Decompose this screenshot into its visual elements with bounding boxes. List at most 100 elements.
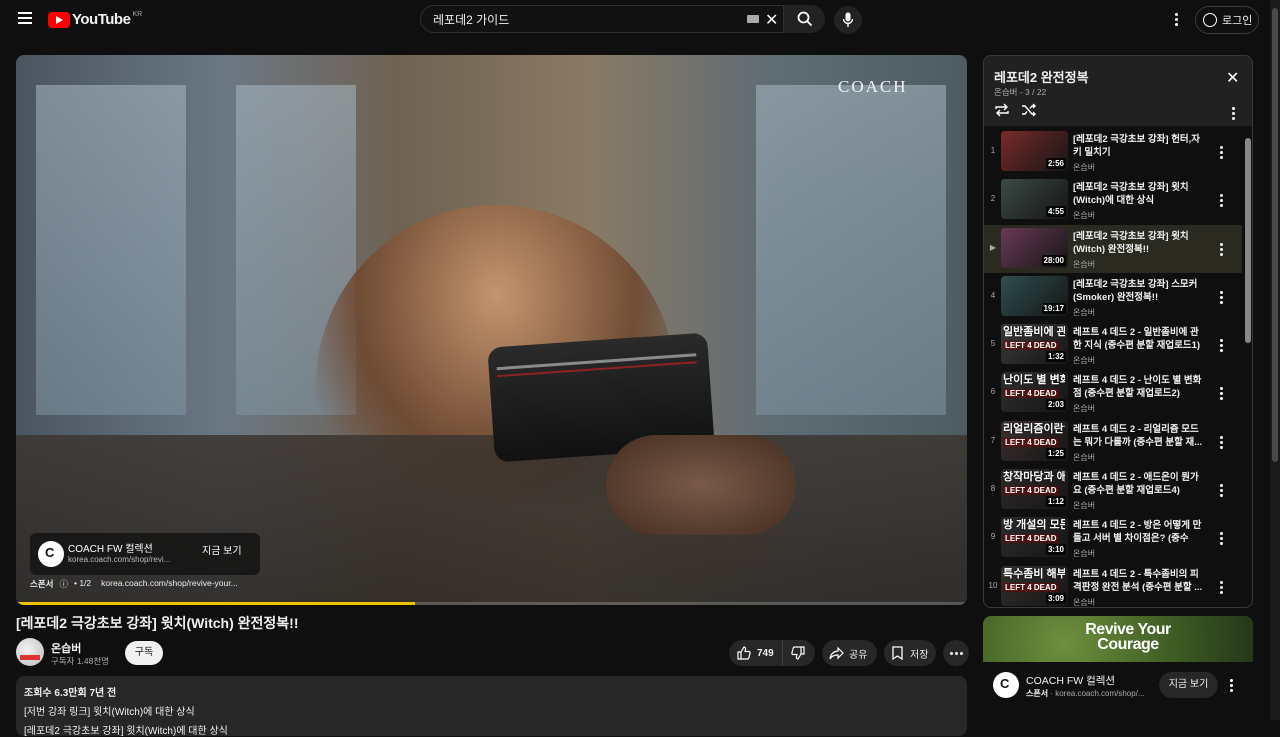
country-code: KR	[132, 11, 143, 18]
channel-name[interactable]: 온습버	[51, 640, 81, 656]
ad-full-url[interactable]: korea.coach.com/shop/revive-your...	[101, 578, 238, 590]
playlist-item-more-icon[interactable]	[1216, 529, 1226, 547]
playlist-item-more-icon[interactable]	[1216, 481, 1226, 499]
thumbnail-game-logo: LEFT 4 DEAD	[1003, 437, 1059, 447]
subscriber-count: 구독자 1.48천명	[51, 656, 110, 666]
page-scrollbar[interactable]	[1270, 0, 1280, 720]
thumbnail-game-logo: LEFT 4 DEAD	[1003, 534, 1059, 544]
coach-logo-icon	[38, 541, 64, 567]
share-button[interactable]: 공유	[822, 640, 877, 666]
playlist-item[interactable]: 2 4:55 [레포데2 극강초보 강좌] 윗치(Witch)에 대한 상식 온습버	[984, 176, 1242, 224]
video-player[interactable]: COACH COACH FW 컬렉션 korea.coach.com/shop/…	[16, 55, 967, 605]
more-actions-button[interactable]	[943, 640, 969, 666]
playlist-item-text: 레프트 4 데드 2 - 방은 어떻게 만들고 서버 별 차이점은? (중수편.…	[1073, 519, 1203, 559]
thumbnail-caption: 특수좀비 해부학	[1003, 567, 1065, 580]
keyboard-icon[interactable]	[747, 15, 759, 23]
description-link[interactable]: [레포데2 극강초보 강좌] 윗치(Witch)에 대한 상식	[24, 722, 959, 737]
playlist-item-title: 레프트 4 데드 2 - 일반좀비에 관한 지식 (중수편 분할 재업로드1)	[1073, 327, 1201, 352]
playlist-item-duration: 4:55	[1045, 206, 1066, 218]
playlist-item[interactable]: 5 일반좀비에 관한 지 LEFT 4 DEAD1:32 레프트 4 데드 2 - 일…	[984, 321, 1242, 369]
playlist-item-thumbnail[interactable]: 28:00	[1001, 227, 1068, 268]
search-input[interactable]	[421, 12, 741, 26]
playlist-item-title: 레프트 4 데드 2 - 리얼리즘 모드는 뭐가 다를까 (중수편 분할 재..…	[1073, 423, 1203, 448]
like-count: 749	[757, 647, 774, 659]
playlist-item-more-icon[interactable]	[1216, 191, 1226, 209]
shuffle-icon[interactable]	[1021, 103, 1037, 117]
playlist-item-text: 레프트 4 데드 2 - 리얼리즘 모드는 뭐가 다를까 (중수편 분할 재..…	[1073, 423, 1203, 463]
youtube-logo[interactable]: YouTube KR	[48, 11, 142, 28]
playlist-item[interactable]: 10 특수좀비 해부학 LEFT 4 DEAD3:09 레프트 4 데드 2 - 특수…	[984, 563, 1242, 607]
playlist-item-thumbnail[interactable]: 난이도 별 변화점 LEFT 4 DEAD2:03	[1001, 372, 1068, 413]
loop-icon[interactable]	[994, 103, 1010, 117]
save-button[interactable]: 저장	[884, 640, 936, 666]
playlist-item-more-icon[interactable]	[1216, 578, 1226, 596]
playlist-item-duration: 2:03	[1045, 399, 1066, 411]
playlist-item-title: 레프트 4 데드 2 - 특수좀비의 피격판정 완전 분석 (중수편 분할 ..…	[1073, 568, 1203, 593]
playlist-item-more-icon[interactable]	[1216, 143, 1226, 161]
side-ad[interactable]: Revive Your Courage COACH FW 컬렉션 스폰서 · k…	[983, 616, 1253, 716]
voice-search-button[interactable]	[834, 6, 862, 34]
playlist-item-channel: 온습버	[1073, 597, 1096, 607]
page-scroll-thumb[interactable]	[1272, 8, 1278, 462]
login-button[interactable]: 로그인	[1195, 6, 1259, 34]
side-ad-more-icon[interactable]	[1230, 676, 1233, 692]
playlist-item[interactable]: ▶ 28:00 [레포데2 극강초보 강좌] 윗치(Witch) 완전정복!! 온습버	[984, 224, 1242, 273]
playlist-item[interactable]: 7 리얼리즘이란? LEFT 4 DEAD 1:25 레프트 4 데드 2 - 리얼리즘…	[984, 418, 1242, 466]
playlist-item-index: 7	[990, 435, 996, 445]
playlist-item[interactable]: 9 방 개설의 모든 LEFT 4 DEAD 3:10 레프트 4 데드 2 - 방은 …	[984, 514, 1242, 562]
ad-overlay-card[interactable]: COACH FW 컬렉션 korea.coach.com/shop/revi..…	[30, 533, 260, 575]
playlist-item-index: 9	[990, 532, 996, 542]
playlist-item-thumbnail[interactable]: 일반좀비에 관한 지 LEFT 4 DEAD1:32	[1001, 324, 1068, 365]
playlist-item-index: 6	[990, 387, 996, 397]
playlist-item-text: [레포데2 극강초보 강좌] 윗치(Witch) 완전정복!! 온습버	[1073, 230, 1203, 270]
side-ad-visit-button[interactable]: 지금 보기	[1159, 672, 1218, 698]
close-icon[interactable]: ✕	[1226, 71, 1239, 87]
playlist-item-title: 레프트 4 데드 2 - 애드온이 뭔가요 (중수편 분할 재업로드4)	[1073, 472, 1199, 497]
search-button[interactable]	[783, 5, 825, 33]
playlist-item-thumbnail[interactable]: 리얼리즘이란? LEFT 4 DEAD 1:25	[1001, 420, 1068, 461]
playlist-more-icon[interactable]	[1232, 104, 1235, 120]
video-title: [레포데2 극강초보 강좌] 윗치(Witch) 완전정복!!	[16, 615, 299, 631]
channel-avatar[interactable]	[16, 638, 44, 666]
thumbnail-caption: 난이도 별 변화점	[1003, 374, 1065, 387]
playlist-item[interactable]: 6 난이도 별 변화점 LEFT 4 DEAD2:03 레프트 4 데드 2 - 난이…	[984, 369, 1242, 417]
background-window	[756, 85, 946, 415]
playlist-scrollbar[interactable]	[1242, 128, 1252, 606]
playlist-item-thumbnail[interactable]: 특수좀비 해부학 LEFT 4 DEAD3:09	[1001, 565, 1068, 606]
playlist-item-thumbnail[interactable]: 2:56	[1001, 131, 1068, 171]
playlist-item-more-icon[interactable]	[1216, 384, 1226, 402]
playlist-item-thumbnail[interactable]: 방 개설의 모든 LEFT 4 DEAD 3:10	[1001, 517, 1068, 558]
playlist-scroll-thumb[interactable]	[1245, 138, 1251, 343]
playlist-item-duration: 1:12	[1045, 496, 1066, 508]
like-button[interactable]: 749	[729, 640, 783, 666]
playlist-item-more-icon[interactable]	[1216, 288, 1226, 306]
playlist-item-text: [레포데2 극강초보 강좌] 스모커(Smoker) 완전정복!! 온습버	[1073, 278, 1203, 318]
playlist-item[interactable]: 4 19:17 [레포데2 극강초보 강좌] 스모커(Smoker) 완전정복!! 온…	[984, 273, 1242, 321]
subscribe-button[interactable]: 구독	[125, 641, 163, 665]
progress-bar[interactable]	[16, 602, 967, 605]
playlist-item[interactable]: 8 창작마당과 애드온 LEFT 4 DEAD1:12 레프트 4 데드 2 - 애드…	[984, 466, 1242, 514]
playlist-title[interactable]: 레포데2 완전정복	[994, 67, 1089, 86]
playlist-item-index: 10	[988, 580, 998, 590]
playlist-item-more-icon[interactable]	[1216, 336, 1226, 354]
dislike-button[interactable]	[783, 640, 813, 666]
clear-search-icon[interactable]: ✕	[765, 10, 778, 30]
playlist-item-thumbnail[interactable]: 19:17	[1001, 275, 1068, 316]
thumbs-up-icon	[737, 646, 751, 660]
menu-icon[interactable]	[14, 9, 36, 31]
settings-more-icon[interactable]	[1168, 10, 1184, 30]
ad-banner-image[interactable]: Revive Your Courage	[983, 616, 1253, 662]
playlist-item-more-icon[interactable]	[1216, 433, 1226, 451]
ad-visit-button[interactable]: 지금 보기	[202, 542, 242, 557]
playlist-item-channel: 온습버	[1073, 549, 1096, 559]
side-ad-sponsor: 스폰서	[1026, 689, 1049, 698]
description-box[interactable]: 조회수 6.3만회 7년 전 [저번 강좌 링크] 윗치(Witch)에 대한 …	[16, 676, 967, 737]
playlist-item-text: [레포데2 극강초보 강좌] 윗치(Witch)에 대한 상식 온습버	[1073, 181, 1203, 221]
playlist-item-more-icon[interactable]	[1216, 240, 1226, 258]
playlist-item[interactable]: 1 2:56 [레포데2 극강초보 강좌] 헌터,자키 밀치기 온습버	[984, 128, 1242, 176]
playlist-item-index: 8	[990, 484, 996, 494]
thumbnail-caption: 일반좀비에 관한 지	[1003, 326, 1065, 339]
playlist-item-thumbnail[interactable]: 창작마당과 애드온 LEFT 4 DEAD1:12	[1001, 469, 1068, 510]
playlist-item-thumbnail[interactable]: 4:55	[1001, 179, 1068, 220]
info-icon[interactable]: ⓘ	[59, 578, 68, 590]
